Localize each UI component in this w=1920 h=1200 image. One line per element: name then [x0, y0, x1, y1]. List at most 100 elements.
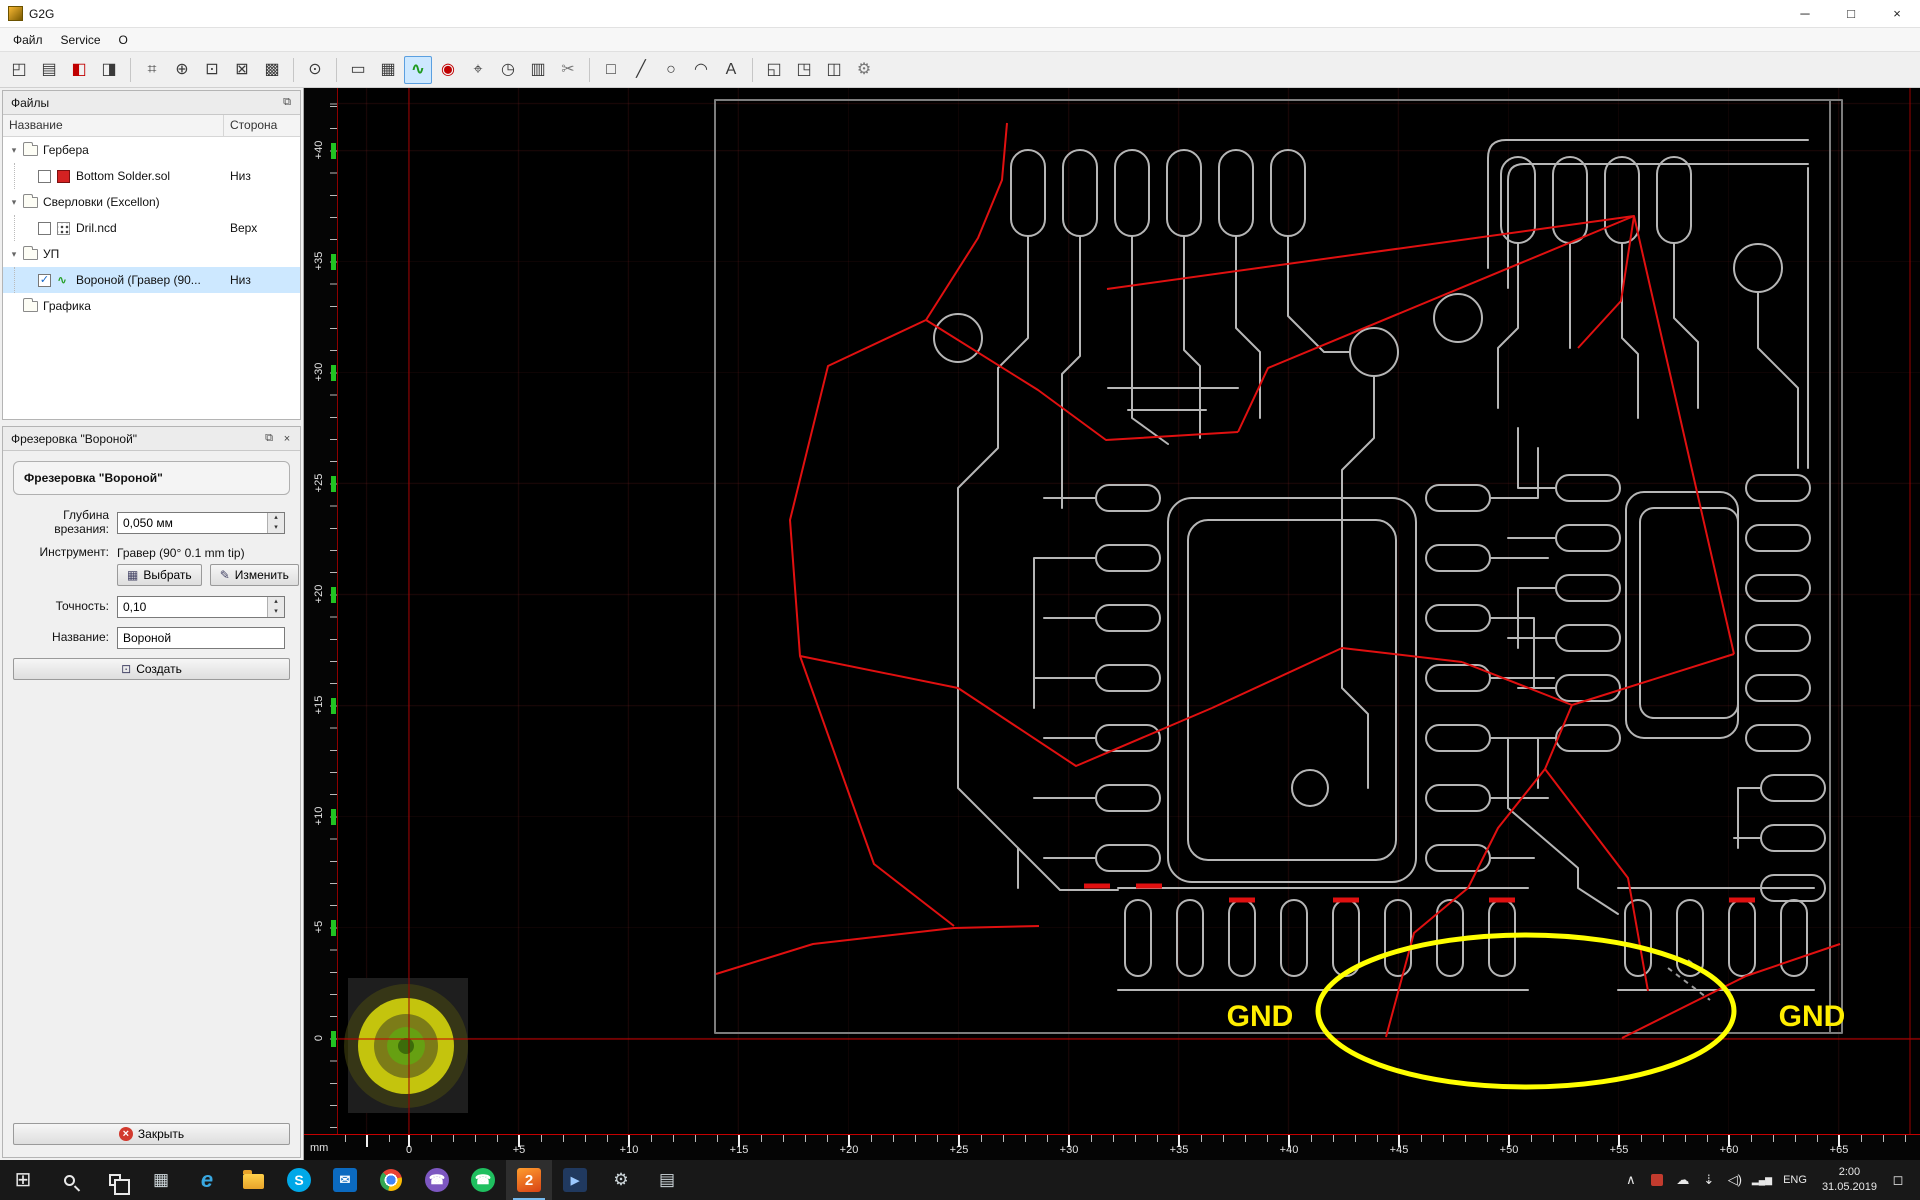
tree-group-drills[interactable]: ▾ Сверловки (Excellon) — [3, 189, 300, 215]
tree-group-gerber[interactable]: ▾ Гербера — [3, 137, 300, 163]
toolbar-settings-button[interactable]: ⚙ — [850, 56, 878, 84]
column-side[interactable]: Сторона — [224, 115, 300, 136]
menu-file[interactable]: Файл — [4, 30, 52, 50]
pcb-canvas: +40 +35 +30 +25 +20 +15 +10 +5 0 — [304, 88, 1920, 1160]
create-button[interactable]: ⊡ Создать — [13, 658, 290, 680]
titlebar: G2G ─ □ × — [0, 0, 1920, 28]
tray-sync-button[interactable]: ⇣ — [1697, 1160, 1721, 1200]
toolbar-draw-arc-button[interactable]: ◠ — [687, 56, 715, 84]
tray-chevron-button[interactable]: ∧ — [1619, 1160, 1643, 1200]
tray-volume-button[interactable]: ◁) — [1723, 1160, 1747, 1200]
v-tick: +15 — [313, 688, 325, 722]
toolbar-mill-contour-button[interactable]: ▭ — [344, 56, 372, 84]
menu-about[interactable]: О — [110, 30, 137, 50]
spin-up-icon[interactable]: ▴ — [268, 513, 284, 523]
toolbar-origin-button[interactable]: ⌖ — [464, 56, 492, 84]
expander-icon[interactable]: ▾ — [7, 197, 21, 208]
toolbar-simulate-button[interactable]: ◷ — [494, 56, 522, 84]
milling-panel-float-button[interactable]: ⧉ — [260, 430, 278, 448]
tray-app-button[interactable] — [1645, 1160, 1669, 1200]
spin-down-icon[interactable]: ▾ — [268, 523, 284, 533]
clock[interactable]: 2:00 31.05.2019 — [1815, 1160, 1884, 1200]
precision-input[interactable] — [118, 597, 267, 617]
taskbar-settings-button[interactable]: ⚙ — [598, 1160, 644, 1200]
toolbar-group-button[interactable]: ◱ — [760, 56, 788, 84]
toolbar-copy-button[interactable]: ◫ — [820, 56, 848, 84]
column-name[interactable]: Название — [3, 115, 224, 136]
tree-group-up[interactable]: ▾ УП — [3, 241, 300, 267]
toolbar-project-button[interactable]: ▤ — [35, 56, 63, 84]
toolbar-mill-raster-button[interactable]: ▦ — [374, 56, 402, 84]
toolbar-draw-text-button[interactable]: A — [717, 56, 745, 84]
toolbar-layers-button[interactable]: ⊙ — [301, 56, 329, 84]
checkbox[interactable] — [38, 222, 51, 235]
spin-up-icon[interactable]: ▴ — [268, 597, 284, 607]
taskbar-skype-button[interactable]: S — [276, 1160, 322, 1200]
taskbar-whatsapp-button[interactable]: ☎ — [460, 1160, 506, 1200]
toolbar-zoom-in-button[interactable]: ⊕ — [168, 56, 196, 84]
toolbar-draw-ellipse-button[interactable]: ○ — [657, 56, 685, 84]
taskbar-notepad-button[interactable]: ▤ — [644, 1160, 690, 1200]
checkbox[interactable] — [38, 170, 51, 183]
toolbar-drill-tool-button[interactable]: ◉ — [434, 56, 462, 84]
taskbar-search-button[interactable] — [46, 1160, 92, 1200]
skype-icon: S — [287, 1168, 311, 1192]
close-button[interactable]: × — [1874, 0, 1920, 28]
g2g-app-icon: 2 — [517, 1168, 541, 1192]
taskbar-mail-button[interactable]: ✉ — [322, 1160, 368, 1200]
taskbar-edge-button[interactable]: e — [184, 1160, 230, 1200]
spin-down-icon[interactable]: ▾ — [268, 607, 284, 617]
task-view-button[interactable] — [92, 1160, 138, 1200]
tree-item-bottom-solder[interactable]: Bottom Solder.sol Низ — [3, 163, 300, 189]
toolbar-zoom-window-button[interactable]: ⌗ — [138, 56, 166, 84]
create-icon: ⊡ — [121, 662, 131, 676]
taskbar-calculator-button[interactable]: ▦ — [138, 1160, 184, 1200]
toolbar-zoom-selection-button[interactable]: ⊡ — [198, 56, 226, 84]
system-tray: ∧ ☁ ⇣ ◁) ▂▄▆ ENG 2:00 31.05.2019 ◻ — [1619, 1160, 1920, 1200]
minimize-button[interactable]: ─ — [1782, 0, 1828, 28]
action-center-button[interactable]: ◻ — [1886, 1160, 1910, 1200]
toolbar-draw-line-button[interactable]: ╱ — [627, 56, 655, 84]
tree-group-graphics[interactable]: Графика — [3, 293, 300, 319]
toolbar-table-button[interactable]: ▥ — [524, 56, 552, 84]
toolbar-mill-voronoi-button[interactable]: ∿ — [404, 56, 432, 84]
toolbar-separator — [752, 58, 753, 82]
toolbar-zoom-grid-button[interactable]: ▩ — [258, 56, 286, 84]
canvas-viewport[interactable]: GND GND — [338, 88, 1920, 1134]
expander-icon[interactable]: ▾ — [7, 249, 21, 260]
pcb-drawing[interactable]: GND GND — [338, 88, 1920, 1134]
taskbar-photos-button[interactable]: ▶ — [552, 1160, 598, 1200]
toolbar-ungroup-button[interactable]: ◳ — [790, 56, 818, 84]
folder-icon — [23, 301, 38, 312]
toolbar-open-button[interactable]: ◰ — [5, 56, 33, 84]
depth-input[interactable] — [118, 513, 267, 533]
expander-icon[interactable]: ▾ — [7, 145, 21, 156]
tray-onedrive-button[interactable]: ☁ — [1671, 1160, 1695, 1200]
taskbar-explorer-button[interactable] — [230, 1160, 276, 1200]
tree-group-label: УП — [43, 247, 300, 261]
depth-spinbox: ▴ ▾ — [117, 512, 285, 534]
choose-tool-button[interactable]: ▦ Выбрать — [117, 564, 202, 586]
toolbar-import-drill-button[interactable]: ◨ — [95, 56, 123, 84]
toolbar-draw-rect-button[interactable]: □ — [597, 56, 625, 84]
toolbar-zoom-fit-button[interactable]: ⊠ — [228, 56, 256, 84]
language-indicator[interactable]: ENG — [1777, 1160, 1813, 1200]
files-panel-float-button[interactable]: ⧉ — [278, 94, 296, 112]
close-panel-button[interactable]: × Закрыть — [13, 1123, 290, 1145]
taskbar-viber-button[interactable]: ☎ — [414, 1160, 460, 1200]
group-icon: ◱ — [766, 62, 781, 78]
toolbar-import-gerber-button[interactable]: ◧ — [65, 56, 93, 84]
tree-item-dril-ncd[interactable]: Dril.ncd Верх — [3, 215, 300, 241]
taskbar-g2g-button[interactable]: 2 — [506, 1160, 552, 1200]
checkbox-checked[interactable]: ✓ — [38, 274, 51, 287]
taskbar-chrome-button[interactable] — [368, 1160, 414, 1200]
name-input[interactable] — [117, 627, 285, 649]
start-button[interactable]: ⊞ — [0, 1160, 46, 1200]
tray-network-button[interactable]: ▂▄▆ — [1749, 1160, 1775, 1200]
maximize-button[interactable]: □ — [1828, 0, 1874, 28]
toolbar-cut-button[interactable]: ✂ — [554, 56, 582, 84]
milling-panel-close-button[interactable]: × — [278, 430, 296, 448]
menu-service[interactable]: Service — [52, 30, 110, 50]
tree-item-voronoi[interactable]: ✓ ∿ Вороной (Гравер (90... Низ — [3, 267, 300, 293]
edit-tool-button[interactable]: ✎ Изменить — [210, 564, 299, 586]
